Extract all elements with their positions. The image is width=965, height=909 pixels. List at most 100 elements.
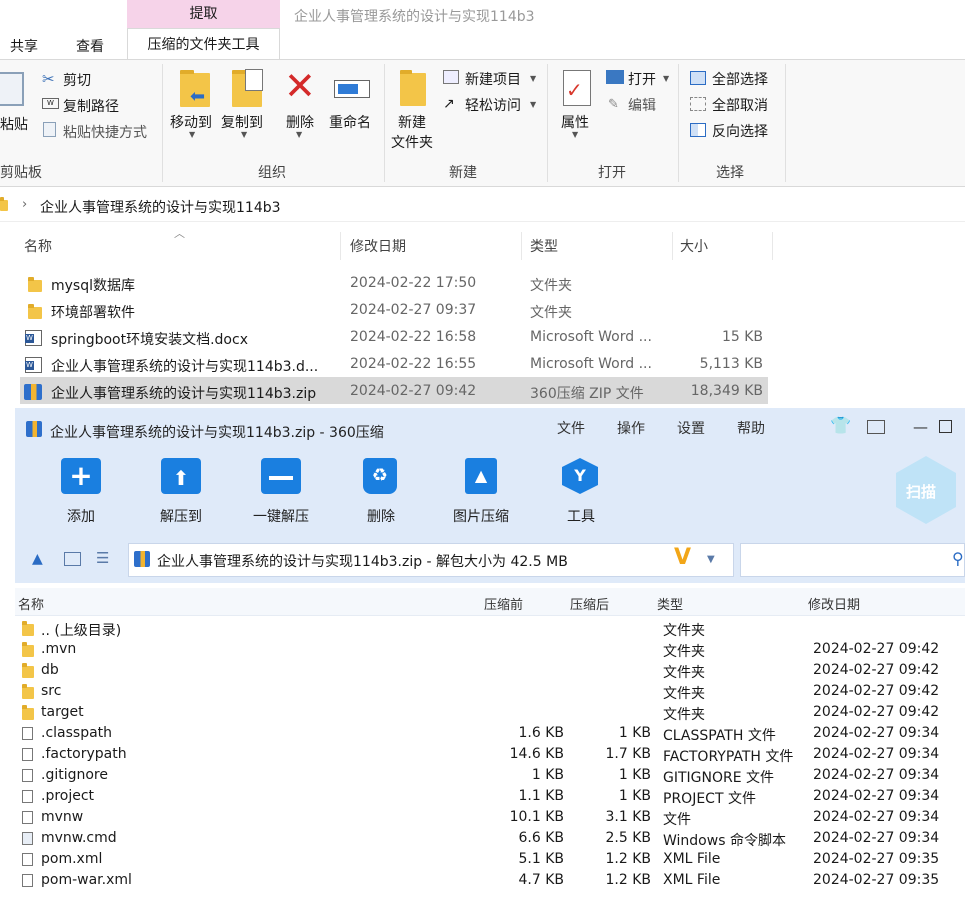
chevron-right-icon[interactable]: › bbox=[22, 197, 27, 212]
v-badge-icon[interactable]: V bbox=[674, 545, 691, 570]
tab-share[interactable]: 共享 bbox=[10, 36, 38, 56]
move-to-button[interactable]: 移动到 bbox=[170, 112, 212, 132]
copy-to-button[interactable]: 复制到 bbox=[221, 112, 263, 132]
paste-icon[interactable] bbox=[0, 72, 24, 106]
extract-to-button[interactable]: 解压到 bbox=[136, 506, 226, 526]
entry-name: db bbox=[41, 662, 59, 678]
menu-operation[interactable]: 操作 bbox=[617, 418, 645, 438]
image-compress-icon[interactable]: ▲ bbox=[465, 458, 497, 494]
extract-to-icon[interactable]: ⬆ bbox=[161, 458, 201, 494]
open-button[interactable]: 打开 bbox=[628, 69, 656, 89]
file-icon bbox=[22, 769, 33, 782]
entry-size-before: 5.1 KB bbox=[518, 851, 565, 867]
list-view-icon[interactable]: ☰ bbox=[96, 549, 109, 567]
up-arrow-icon[interactable]: ▲ bbox=[32, 551, 43, 567]
message-icon[interactable] bbox=[867, 420, 885, 434]
entry-modified: 2024-02-27 09:42 bbox=[813, 683, 940, 699]
scissors-icon: ✂ bbox=[42, 70, 55, 88]
folder-icon bbox=[28, 304, 42, 319]
tools-button[interactable]: 工具 bbox=[536, 506, 626, 526]
copy-path-button[interactable]: 复制路径 bbox=[63, 96, 119, 116]
menu-help[interactable]: 帮助 bbox=[737, 418, 765, 438]
new-folder-icon bbox=[400, 70, 426, 106]
context-tab-extract[interactable]: 提取 bbox=[127, 0, 280, 28]
delete-button-360[interactable]: 删除 bbox=[336, 506, 426, 526]
image-compress-button[interactable]: 图片压缩 bbox=[436, 506, 526, 526]
edit-button[interactable]: 编辑 bbox=[628, 95, 656, 115]
recycle-delete-icon[interactable]: ♻ bbox=[363, 458, 397, 494]
file-type: 文件夹 bbox=[530, 305, 572, 321]
group-separator bbox=[547, 64, 548, 182]
new-folder-button-line1[interactable]: 新建 bbox=[398, 112, 426, 132]
word-document-icon: W bbox=[25, 330, 42, 346]
folder-icon bbox=[22, 705, 34, 720]
zip-column-before[interactable]: 压缩前 bbox=[484, 594, 523, 613]
menu-file[interactable]: 文件 bbox=[557, 418, 585, 438]
menu-settings[interactable]: 设置 bbox=[677, 418, 705, 438]
zip-archive-icon bbox=[24, 384, 42, 400]
entry-modified: 2024-02-27 09:34 bbox=[813, 830, 940, 846]
column-separator[interactable] bbox=[521, 232, 522, 260]
select-none-icon bbox=[690, 97, 706, 111]
entry-type: 文件 bbox=[663, 812, 691, 828]
add-button[interactable]: 添加 bbox=[36, 506, 126, 526]
column-size[interactable]: 大小 bbox=[680, 236, 708, 256]
cut-button[interactable]: 剪切 bbox=[63, 70, 91, 90]
easy-access-button[interactable]: 轻松访问 bbox=[465, 95, 521, 115]
zip-app-icon bbox=[26, 421, 42, 437]
document-icon bbox=[245, 69, 263, 91]
entry-modified: 2024-02-27 09:42 bbox=[813, 662, 940, 678]
file-modified: 2024-02-22 17:50 bbox=[350, 275, 477, 291]
minimize-icon[interactable]: — bbox=[913, 418, 928, 436]
scan-label[interactable]: 扫描 bbox=[906, 481, 936, 502]
new-item-button[interactable]: 新建项目 bbox=[465, 69, 521, 89]
maximize-icon[interactable] bbox=[939, 420, 952, 433]
entry-name: pom.xml bbox=[41, 851, 103, 867]
chevron-down-icon[interactable]: ▼ bbox=[707, 554, 715, 565]
list-item[interactable] bbox=[15, 619, 965, 640]
entry-name: .factorypath bbox=[41, 746, 127, 762]
shirt-skin-icon[interactable]: 👕 bbox=[830, 416, 851, 436]
column-type[interactable]: 类型 bbox=[530, 236, 558, 256]
new-folder-button-line2[interactable]: 文件夹 bbox=[391, 132, 433, 152]
tab-compressed-folder-tools[interactable]: 压缩的文件夹工具 bbox=[127, 28, 280, 60]
select-all-button[interactable]: 全部选择 bbox=[712, 69, 768, 89]
group-label-clipboard: 剪贴板 bbox=[0, 165, 42, 181]
tab-view[interactable]: 查看 bbox=[76, 36, 104, 56]
file-modified: 2024-02-22 16:58 bbox=[350, 329, 477, 345]
entry-name: .. (上级目录) bbox=[41, 623, 122, 639]
column-separator[interactable] bbox=[772, 232, 773, 260]
rename-button[interactable]: 重命名 bbox=[329, 112, 371, 132]
zip-window-title: 企业人事管理系统的设计与实现114b3.zip - 360压缩 bbox=[50, 425, 384, 441]
chevron-down-icon: ▼ bbox=[572, 130, 579, 139]
entry-type: 文件夹 bbox=[663, 707, 705, 723]
checkmark-icon: ✓ bbox=[566, 78, 583, 102]
entry-size-before: 4.7 KB bbox=[518, 872, 565, 888]
column-separator[interactable] bbox=[340, 232, 341, 260]
zip-column-name[interactable]: 名称 bbox=[18, 594, 44, 613]
search-icon[interactable]: ⚲ bbox=[952, 549, 964, 568]
entry-type: GITIGNORE 文件 bbox=[663, 770, 775, 786]
search-input[interactable] bbox=[740, 543, 965, 577]
folder-icon bbox=[22, 621, 34, 636]
thumbnail-view-icon[interactable] bbox=[64, 552, 81, 566]
file-size: 18,349 KB bbox=[690, 383, 763, 399]
column-separator[interactable] bbox=[672, 232, 673, 260]
breadcrumb[interactable]: 企业人事管理系统的设计与实现114b3 bbox=[40, 197, 281, 217]
zip-column-type[interactable]: 类型 bbox=[657, 594, 683, 613]
paste-shortcut-button[interactable]: 粘贴快捷方式 bbox=[63, 122, 147, 142]
paste-button[interactable]: 粘贴 bbox=[0, 114, 28, 134]
column-modified[interactable]: 修改日期 bbox=[350, 236, 406, 256]
zip-column-modified[interactable]: 修改日期 bbox=[808, 594, 860, 613]
delete-button[interactable]: 删除 bbox=[286, 112, 314, 132]
one-click-extract-button[interactable]: 一键解压 bbox=[236, 506, 326, 526]
group-separator bbox=[384, 64, 385, 182]
zip-column-after[interactable]: 压缩后 bbox=[570, 594, 609, 613]
properties-button[interactable]: 属性 bbox=[561, 112, 589, 132]
select-none-button[interactable]: 全部取消 bbox=[712, 95, 768, 115]
file-name: 企业人事管理系统的设计与实现114b3.d... bbox=[51, 359, 319, 375]
invert-selection-button[interactable]: 反向选择 bbox=[712, 121, 768, 141]
group-label-organize: 组织 bbox=[258, 165, 286, 181]
column-name[interactable]: 名称 bbox=[24, 236, 52, 256]
add-icon[interactable]: + bbox=[61, 458, 101, 494]
